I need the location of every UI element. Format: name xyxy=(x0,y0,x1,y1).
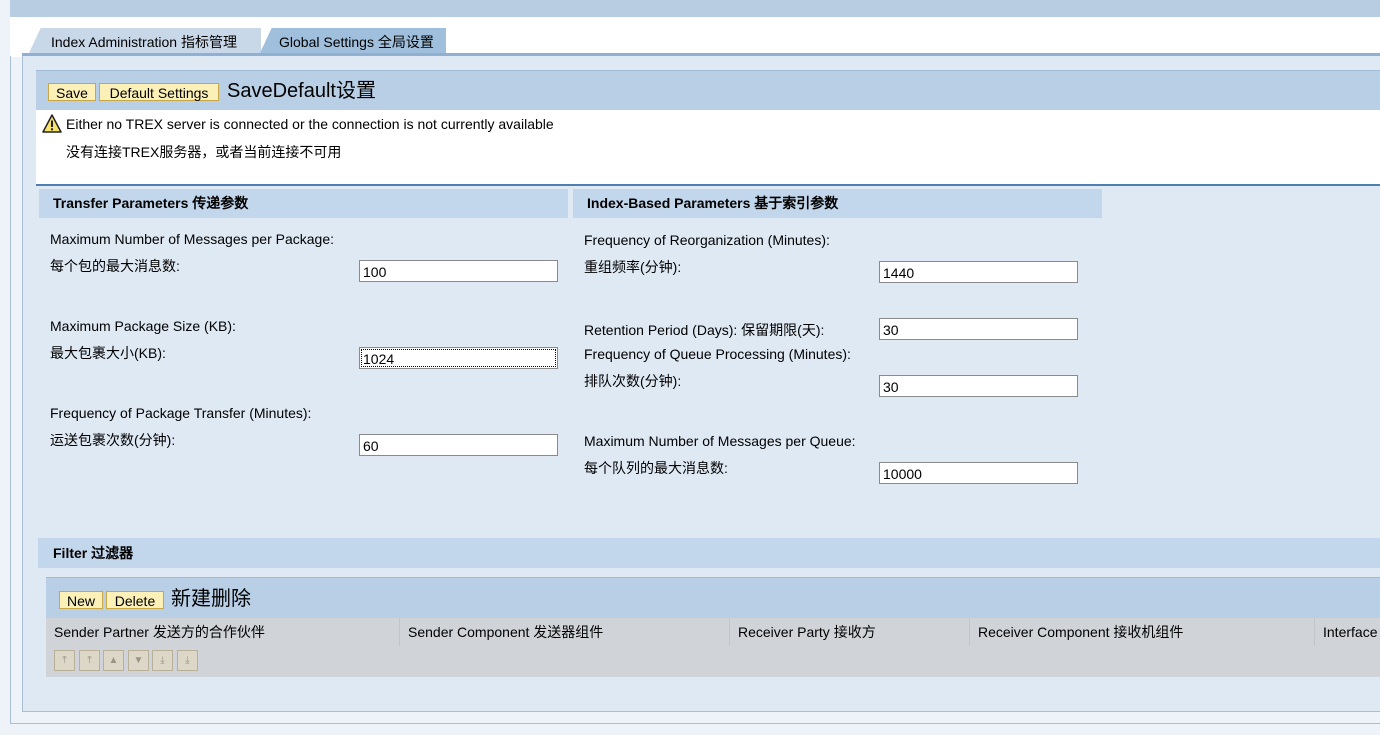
freq-package-transfer-label-en: Frequency of Package Transfer (Minutes): xyxy=(50,405,312,421)
transfer-parameters-header: Transfer Parameters 传递参数 xyxy=(39,189,568,218)
column-header-sender-partner[interactable]: Sender Partner 发送方的合作伙伴 xyxy=(46,618,400,646)
frame-border-bottom xyxy=(10,723,1380,724)
queue-frequency-label-en: Frequency of Queue Processing (Minutes): xyxy=(584,346,851,362)
retention-period-label: Retention Period (Days): 保留期限(天): xyxy=(584,322,825,338)
next-row-icon[interactable]: ▼ xyxy=(128,650,149,671)
max-package-size-label-zh: 最大包裹大小(KB): xyxy=(50,345,166,361)
max-package-size-label-en: Maximum Package Size (KB): xyxy=(50,318,236,334)
freq-package-transfer-input[interactable]: 60 xyxy=(359,434,558,456)
retention-period-input[interactable]: 30 xyxy=(879,318,1078,340)
max-messages-per-queue-label-en: Maximum Number of Messages per Queue: xyxy=(584,433,856,449)
column-header-receiver-component[interactable]: Receiver Component 接收机组件 xyxy=(970,618,1315,646)
max-messages-per-package-input[interactable]: 100 xyxy=(359,260,558,282)
new-button[interactable]: New xyxy=(59,591,103,609)
filter-header: Filter 过滤器 xyxy=(38,538,1380,568)
reorg-frequency-label-zh: 重组频率(分钟): xyxy=(584,259,682,275)
first-page-icon[interactable]: ⤒ xyxy=(54,650,75,671)
max-messages-label-zh: 每个包的最大消息数: xyxy=(50,258,180,274)
index-parameters-header: Index-Based Parameters 基于索引参数 xyxy=(573,189,1102,218)
delete-button[interactable]: Delete xyxy=(106,591,164,609)
max-messages-per-queue-input[interactable]: 10000 xyxy=(879,462,1078,484)
freq-package-transfer-label-zh: 运送包裹次数(分钟): xyxy=(50,432,176,448)
max-messages-per-queue-label-zh: 每个队列的最大消息数: xyxy=(584,460,728,476)
queue-frequency-label-zh: 排队次数(分钟): xyxy=(584,373,682,389)
tab-global-settings[interactable]: Global Settings 全局设置 xyxy=(254,28,446,54)
frame-border-left xyxy=(10,56,11,724)
warning-icon xyxy=(42,114,62,133)
top-bar xyxy=(10,0,1380,17)
last-page-icon[interactable]: ⤓ xyxy=(177,650,198,671)
save-button[interactable]: Save xyxy=(48,83,96,101)
queue-frequency-input[interactable]: 30 xyxy=(879,375,1078,397)
next-page-icon[interactable]: ⤓ xyxy=(152,650,173,671)
column-header-receiver-party[interactable]: Receiver Party 接收方 xyxy=(730,618,970,646)
column-header-interface[interactable]: Interface xyxy=(1315,618,1380,646)
warning-message-zh: 没有连接TREX服务器，或者当前连接不可用 xyxy=(66,144,342,160)
previous-row-icon[interactable]: ▲ xyxy=(103,650,124,671)
max-messages-label-en: Maximum Number of Messages per Package: xyxy=(50,231,334,247)
default-settings-button[interactable]: Default Settings xyxy=(99,83,219,101)
previous-page-icon[interactable]: ⤒ xyxy=(79,650,100,671)
warning-message-en: Either no TREX server is connected or th… xyxy=(66,116,554,132)
tab-index-administration[interactable]: Index Administration 指标管理 xyxy=(23,28,261,54)
max-package-size-input[interactable]: 1024 xyxy=(359,347,558,369)
filter-toolbar-title: 新建删除 xyxy=(171,588,251,610)
reorg-frequency-label-en: Frequency of Reorganization (Minutes): xyxy=(584,232,830,248)
toolbar-title: SaveDefault设置 xyxy=(227,80,376,102)
column-header-sender-component[interactable]: Sender Component 发送器组件 xyxy=(400,618,730,646)
reorg-frequency-input[interactable]: 1440 xyxy=(879,261,1078,283)
